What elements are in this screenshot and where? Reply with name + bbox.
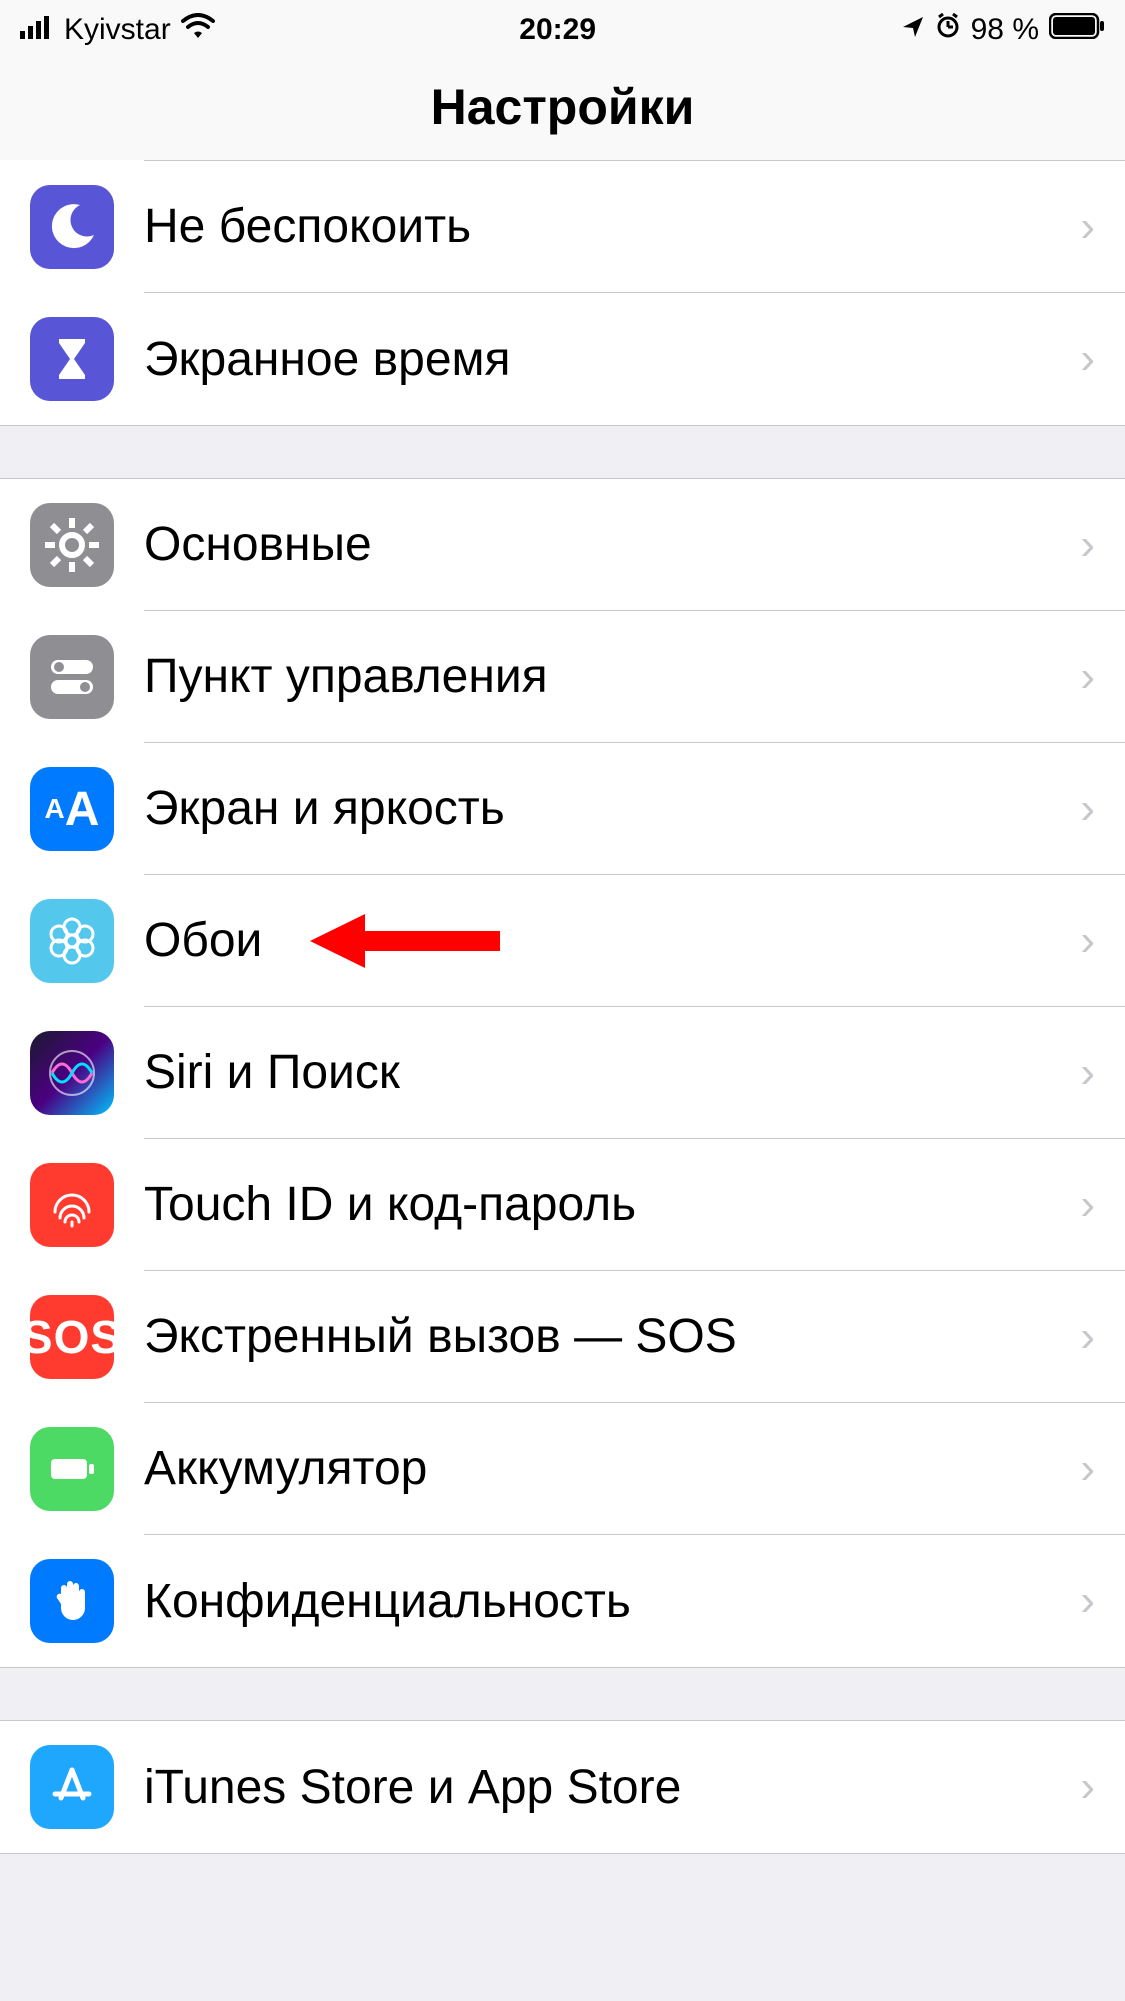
status-bar: Kyivstar 20:29 98 % [0,0,1125,60]
settings-group-3: iTunes Store и App Store › [0,1720,1125,1854]
chevron-right-icon: › [1080,784,1095,834]
row-siri-search[interactable]: Siri и Поиск › [0,1007,1125,1139]
row-label: Пункт управления [144,649,1080,704]
chevron-right-icon: › [1080,1312,1095,1362]
chevron-right-icon: › [1080,1762,1095,1812]
row-control-center[interactable]: Пункт управления › [0,611,1125,743]
settings-group-2: Основные › Пункт управления › AA Экран и… [0,478,1125,1668]
row-display-brightness[interactable]: AA Экран и яркость › [0,743,1125,875]
siri-icon [30,1031,114,1115]
chevron-right-icon: › [1080,334,1095,384]
chevron-right-icon: › [1080,652,1095,702]
status-left: Kyivstar [20,13,215,47]
status-right: 98 % [901,13,1105,47]
chevron-right-icon: › [1080,1048,1095,1098]
chevron-right-icon: › [1080,520,1095,570]
battery-icon [1049,13,1105,47]
row-label: Аккумулятор [144,1441,1080,1496]
row-label: iTunes Store и App Store [144,1760,1080,1815]
row-label: Экран и яркость [144,781,1080,836]
row-label: Конфиденциальность [144,1574,1080,1629]
fingerprint-icon [30,1163,114,1247]
flower-icon [30,899,114,983]
hand-icon [30,1559,114,1643]
row-label: Экранное время [144,332,1080,387]
row-label: Touch ID и код-пароль [144,1177,1080,1232]
row-touch-id[interactable]: Touch ID и код-пароль › [0,1139,1125,1271]
hourglass-icon [30,317,114,401]
row-screen-time[interactable]: Экранное время › [0,293,1125,425]
row-do-not-disturb[interactable]: Не беспокоить › [0,161,1125,293]
row-privacy[interactable]: Конфиденциальность › [0,1535,1125,1667]
chevron-right-icon: › [1080,1576,1095,1626]
status-time: 20:29 [519,13,596,47]
wifi-icon [181,13,215,47]
row-wallpaper[interactable]: Обои › [0,875,1125,1007]
row-label: Основные [144,517,1080,572]
toggles-icon [30,635,114,719]
location-icon [901,13,925,47]
page-title: Настройки [0,78,1125,136]
sos-icon-text: SOS [22,1310,122,1364]
battery-pct-label: 98 % [971,13,1039,47]
chevron-right-icon: › [1080,1444,1095,1494]
moon-icon [30,185,114,269]
row-label: Обои [144,913,1080,968]
chevron-right-icon: › [1080,1180,1095,1230]
alarm-icon [935,13,961,47]
app-store-icon [30,1745,114,1829]
row-battery[interactable]: Аккумулятор › [0,1403,1125,1535]
row-emergency-sos[interactable]: SOS Экстренный вызов — SOS › [0,1271,1125,1403]
row-label: Не беспокоить [144,199,1080,254]
row-label: Экстренный вызов — SOS [144,1309,1080,1364]
battery-icon [30,1427,114,1511]
row-label: Siri и Поиск [144,1045,1080,1100]
row-itunes-app-store[interactable]: iTunes Store и App Store › [0,1721,1125,1853]
sos-icon: SOS [30,1295,114,1379]
cellular-signal-icon [20,13,54,47]
gear-icon [30,503,114,587]
settings-header: Настройки [0,60,1125,161]
carrier-label: Kyivstar [64,13,171,47]
chevron-right-icon: › [1080,916,1095,966]
settings-group-1: Не беспокоить › Экранное время › [0,160,1125,426]
row-general[interactable]: Основные › [0,479,1125,611]
text-size-icon: AA [30,767,114,851]
chevron-right-icon: › [1080,202,1095,252]
